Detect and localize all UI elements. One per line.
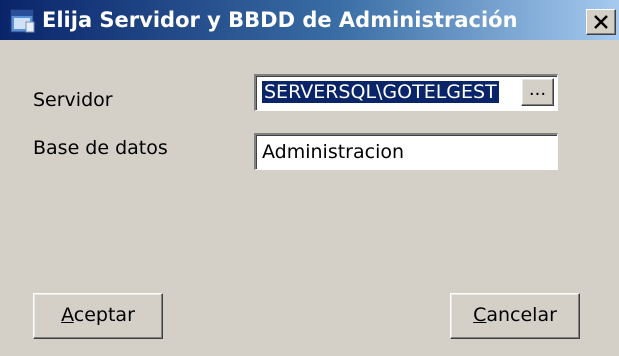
cancel-mnemonic: C <box>473 304 487 326</box>
browse-server-button[interactable]: ... <box>521 78 554 106</box>
database-field[interactable]: Administracion <box>254 133 558 170</box>
server-field[interactable]: SERVERSQL\GOTELGEST <box>254 74 558 111</box>
database-label: Base de datos <box>33 137 168 159</box>
server-label: Servidor <box>33 89 113 111</box>
cancel-button[interactable]: Cancelar <box>450 293 580 339</box>
server-value-selected: SERVERSQL\GOTELGEST <box>262 81 499 103</box>
accept-button[interactable]: Aceptar <box>33 293 163 339</box>
accept-label-rest: ceptar <box>73 304 135 326</box>
accept-mnemonic: A <box>61 304 74 326</box>
cancel-label-rest: ancelar <box>486 304 557 326</box>
close-button[interactable] <box>586 9 616 35</box>
dialog-window: Elija Servidor y BBDD de Administración … <box>0 0 619 356</box>
title-bar[interactable]: Elija Servidor y BBDD de Administración <box>0 0 619 40</box>
close-icon <box>594 15 608 29</box>
window-title: Elija Servidor y BBDD de Administración <box>42 8 518 32</box>
app-window-icon <box>10 9 35 33</box>
